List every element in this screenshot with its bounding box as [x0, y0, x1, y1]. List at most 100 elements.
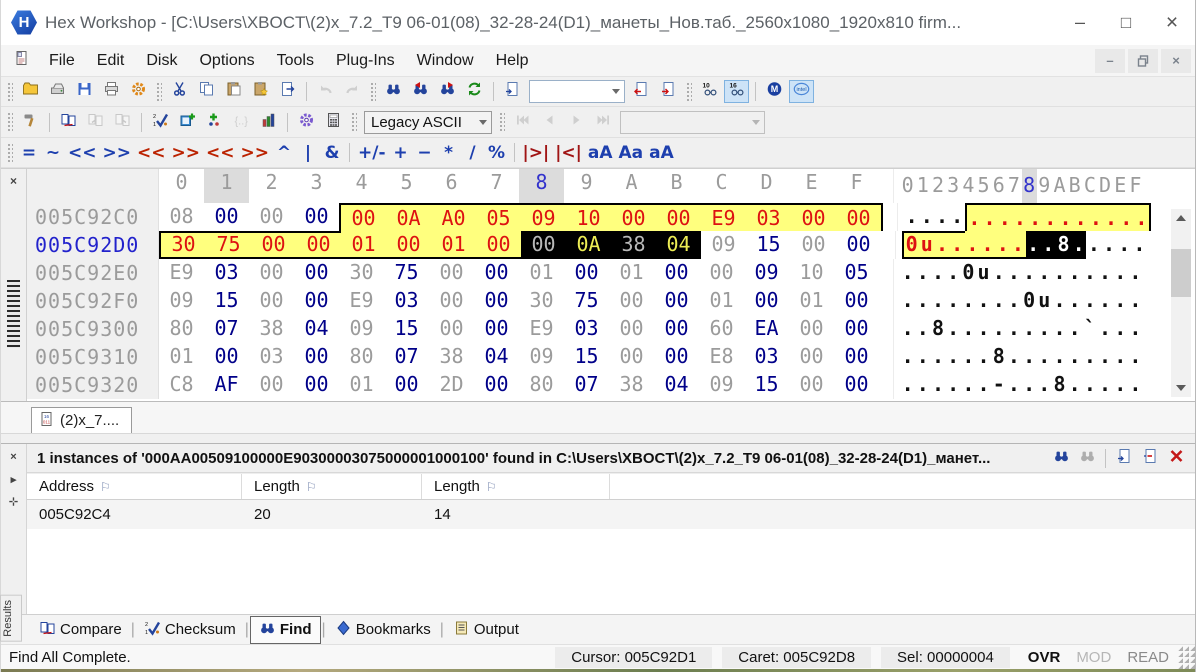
ascii-column[interactable]: ................ — [897, 203, 1151, 231]
toolbar-grip[interactable] — [498, 111, 505, 133]
print-button[interactable] — [99, 80, 124, 103]
op-divide[interactable]: / — [461, 141, 485, 165]
tools-button[interactable] — [18, 111, 43, 134]
hex-bytes[interactable]: 8007380409150000E903000060EA0000 — [159, 315, 879, 343]
toolbar-grip[interactable] — [6, 111, 13, 133]
results-strip-close-icon[interactable]: × — [7, 450, 21, 464]
undo-button[interactable] — [313, 80, 338, 103]
nav-prev-button[interactable] — [537, 111, 562, 134]
scroll-up-icon[interactable] — [1171, 209, 1191, 227]
tab-compare[interactable]: Compare — [31, 617, 130, 643]
close-button[interactable]: × — [1149, 6, 1195, 40]
paste-button[interactable] — [221, 80, 246, 103]
table-row[interactable]: 005C92C42014 — [27, 500, 1195, 529]
ascii-column[interactable]: ..8.........`... — [893, 315, 1143, 343]
calculator-button[interactable] — [321, 111, 346, 134]
op-equals[interactable]: = — [17, 141, 41, 165]
op-rotate-right[interactable]: >> — [169, 141, 204, 165]
insert-file-button[interactable] — [275, 80, 300, 103]
ascii-text[interactable]: ......8......... — [900, 343, 1143, 371]
selected-bytes[interactable]: 000A3804 — [521, 231, 701, 259]
menu-file[interactable]: File — [38, 48, 86, 73]
charset-combo[interactable]: Legacy ASCII — [364, 111, 492, 134]
op-negate[interactable]: +/- — [355, 141, 389, 165]
tab-bookmarks[interactable]: Bookmarks — [327, 617, 439, 643]
hex-bytes[interactable]: 09150000 — [701, 231, 881, 259]
column-header-length-hex[interactable]: Length⚐ — [422, 474, 610, 499]
structures-button[interactable]: {..} — [229, 111, 254, 134]
menu-disk[interactable]: Disk — [135, 48, 188, 73]
paste-special-button[interactable] — [248, 80, 273, 103]
op-insert-left[interactable]: |<| — [552, 141, 585, 165]
op-shift-right-fill[interactable]: >> — [238, 141, 273, 165]
results-strip-pin-icon[interactable]: ⊹ — [7, 494, 21, 508]
selected-ascii[interactable]: ..8. — [1026, 231, 1087, 259]
toolbar-grip[interactable] — [685, 81, 692, 103]
base16-button[interactable]: 16 — [724, 80, 749, 103]
ascii-text[interactable]: ......-...8..... — [900, 371, 1143, 399]
minimize-button[interactable]: – — [1057, 6, 1103, 40]
menu-options[interactable]: Options — [188, 48, 265, 73]
hex-bytes[interactable]: E9030000307500000100010000091005 — [159, 259, 879, 287]
op-not[interactable]: ~ — [41, 141, 65, 165]
op-swap-case[interactable]: aA — [646, 141, 677, 165]
goto-combo[interactable] — [529, 80, 625, 103]
dock-grip[interactable] — [7, 280, 20, 348]
op-or[interactable]: | — [296, 141, 320, 165]
ascii-text[interactable]: .... — [1086, 231, 1147, 259]
bookmark-plus-button[interactable] — [202, 111, 227, 134]
op-shift-left-fill[interactable]: << — [203, 141, 238, 165]
redo-button[interactable] — [340, 80, 365, 103]
ascii-column[interactable]: ......8......... — [893, 343, 1143, 371]
save-button[interactable] — [72, 80, 97, 103]
chevron-down-icon[interactable] — [748, 116, 764, 129]
menu-plug-ins[interactable]: Plug-Ins — [325, 48, 406, 73]
found-match-ascii[interactable]: ............ — [965, 203, 1151, 231]
ascii-text[interactable]: ....0u.......... — [900, 259, 1143, 287]
goto-forward-button[interactable] — [656, 80, 681, 103]
found-match-bytes[interactable]: 000AA00509100000E9030000 — [339, 203, 883, 231]
bookmark-combo[interactable] — [620, 111, 765, 134]
toolbar-grip[interactable] — [350, 111, 357, 133]
statistics-button[interactable] — [256, 111, 281, 134]
find-button[interactable] — [381, 80, 406, 103]
column-header-length[interactable]: Length⚐ — [242, 474, 422, 499]
resize-grip[interactable] — [1177, 645, 1195, 669]
nav-next-button[interactable] — [564, 111, 589, 134]
results-find-next-button[interactable] — [1075, 447, 1099, 470]
column-header-address[interactable]: Address⚐ — [27, 474, 242, 499]
panel-splitter[interactable] — [1, 434, 1195, 444]
results-close-button[interactable] — [1164, 447, 1188, 470]
nav-first-button[interactable] — [510, 111, 535, 134]
op-uppercase[interactable]: aA — [585, 141, 616, 165]
motorola-button[interactable]: M — [762, 80, 787, 103]
ascii-text[interactable]: ........0u...... — [900, 287, 1143, 315]
compare-next-button[interactable] — [110, 111, 135, 134]
bookmark-add-button[interactable] — [175, 111, 200, 134]
op-xor[interactable]: ^ — [272, 141, 296, 165]
preferences-button[interactable] — [126, 80, 151, 103]
menu-edit[interactable]: Edit — [86, 48, 136, 73]
goto-back-button[interactable] — [629, 80, 654, 103]
options-button[interactable] — [294, 111, 319, 134]
mdi-restore-button[interactable] — [1128, 49, 1158, 73]
ascii-column[interactable]: ....0u.......... — [893, 259, 1143, 287]
toolbar-grip[interactable] — [155, 81, 162, 103]
scroll-thumb[interactable] — [1171, 249, 1191, 297]
document-system-icon[interactable] — [13, 50, 30, 71]
base10-button[interactable]: 10 — [697, 80, 722, 103]
open-drive-button[interactable] — [45, 80, 70, 103]
menu-tools[interactable]: Tools — [266, 48, 325, 73]
menu-help[interactable]: Help — [485, 48, 540, 73]
nav-last-button[interactable] — [591, 111, 616, 134]
op-shift-right[interactable]: >> — [100, 141, 135, 165]
hex-bytes[interactable]: 09150000E90300003075000001000100 — [159, 287, 879, 315]
op-insert-right[interactable]: |>| — [520, 141, 553, 165]
op-rotate-left[interactable]: << — [134, 141, 169, 165]
intel-button[interactable]: intel — [789, 80, 814, 103]
op-add[interactable]: + — [389, 141, 413, 165]
toolbar-grip[interactable] — [369, 81, 376, 103]
compare-button[interactable] — [56, 111, 81, 134]
ascii-column[interactable]: ......-...8..... — [893, 371, 1143, 399]
results-export-button[interactable] — [1138, 447, 1162, 470]
